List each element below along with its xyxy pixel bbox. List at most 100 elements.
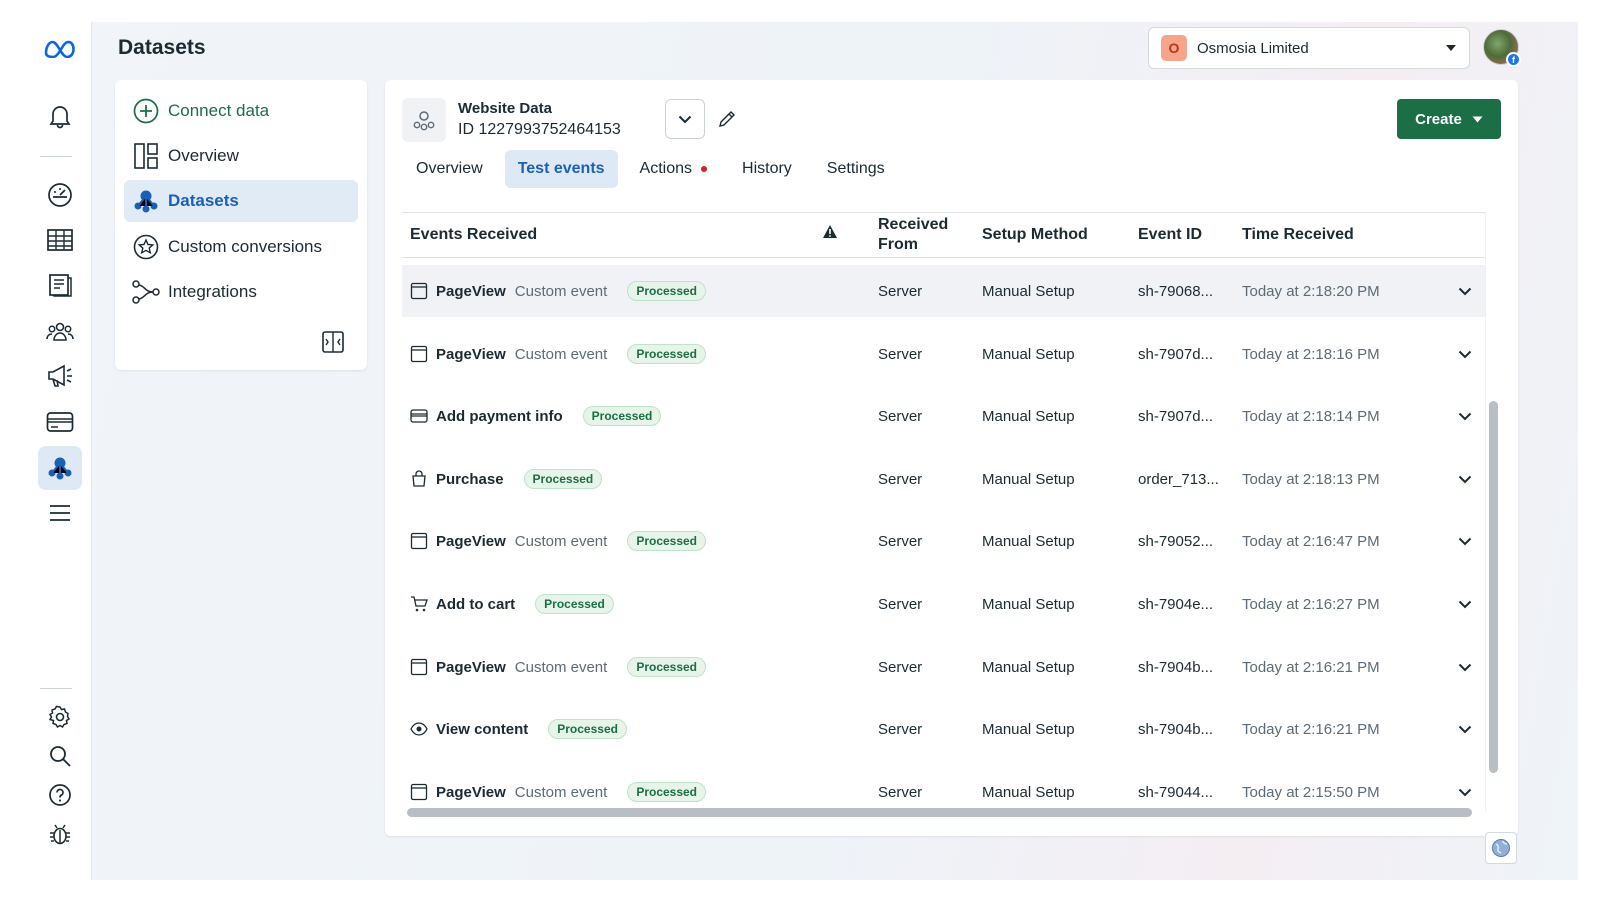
sidebar-item-integrations[interactable]: Integrations <box>124 271 358 313</box>
menu-icon[interactable] <box>38 491 82 535</box>
table-icon[interactable] <box>38 218 82 262</box>
create-button[interactable]: Create <box>1397 99 1501 139</box>
sidebar-item-overview[interactable]: Overview <box>124 135 358 177</box>
received-from-cell: Server <box>878 595 923 613</box>
avatar[interactable]: f <box>1483 29 1521 67</box>
tab-settings[interactable]: Settings <box>814 150 898 188</box>
bug-icon[interactable] <box>38 812 82 856</box>
column-header-setup-method[interactable]: Setup Method <box>982 225 1088 245</box>
event-id-cell: sh-7904b... <box>1138 658 1214 676</box>
expand-row-chevron-icon[interactable] <box>1458 703 1472 755</box>
tab-actions[interactable]: Actions <box>627 150 720 188</box>
tab-test-events[interactable]: Test events <box>504 150 618 188</box>
setup-method-cell: Manual Setup <box>982 345 1075 363</box>
globe-icon[interactable] <box>1485 832 1517 864</box>
ads-icon[interactable] <box>38 354 82 398</box>
rail-divider <box>40 156 72 157</box>
status-badge: Processed <box>627 657 707 677</box>
received-from-cell: Server <box>878 407 923 425</box>
event-name: Purchase <box>436 470 504 488</box>
column-header-event-id[interactable]: Event ID <box>1138 225 1202 245</box>
tab-label: Test events <box>517 160 605 177</box>
expand-row-chevron-icon[interactable] <box>1458 328 1472 380</box>
pages-icon[interactable] <box>38 263 82 307</box>
expand-row-chevron-icon[interactable] <box>1458 766 1472 802</box>
account-name: Osmosia Limited <box>1197 39 1309 57</box>
edit-pencil-icon[interactable] <box>715 107 739 131</box>
table-row[interactable]: PageView Custom event Processed Server Manua… <box>402 641 1485 693</box>
help-icon[interactable] <box>38 773 82 817</box>
time-received-cell: Today at 2:18:13 PM <box>1242 470 1380 488</box>
column-header-events[interactable]: Events Received <box>410 225 537 245</box>
table-row[interactable]: PageView Custom event Processed Server Manua… <box>402 766 1485 802</box>
search-icon[interactable] <box>38 734 82 778</box>
received-from-cell: Server <box>878 282 923 300</box>
received-from-cell: Server <box>878 783 923 801</box>
time-received-cell: Today at 2:15:50 PM <box>1242 783 1380 801</box>
settings-icon[interactable] <box>38 695 82 739</box>
account-selector[interactable]: O Osmosia Limited <box>1148 27 1470 69</box>
notifications-icon[interactable] <box>38 94 82 138</box>
table-header: Events Received Received From Setup Meth… <box>402 213 1485 258</box>
meta-logo-icon[interactable] <box>38 26 82 70</box>
event-type: Custom event <box>514 282 608 300</box>
table-row[interactable]: Add payment info Processed Server Manual Se… <box>402 390 1485 442</box>
status-badge: Processed <box>627 344 707 364</box>
event-cell: Add to cart Processed <box>410 578 614 630</box>
setup-method-cell: Manual Setup <box>982 282 1075 300</box>
expand-row-chevron-icon[interactable] <box>1458 515 1472 567</box>
sidebar-item-datasets[interactable]: Datasets <box>124 180 358 222</box>
column-header-received-from[interactable]: Received From <box>878 215 948 255</box>
chevron-down-icon <box>678 115 692 123</box>
billing-icon[interactable] <box>38 400 82 444</box>
event-id-cell: sh-79044... <box>1138 783 1214 801</box>
table-row[interactable]: PageView Custom event Processed Server Manua… <box>402 515 1485 567</box>
horizontal-scrollbar[interactable] <box>407 808 1472 817</box>
setup-method-cell: Manual Setup <box>982 783 1075 801</box>
table-row[interactable]: Purchase Processed Server Manual Setup order… <box>402 453 1485 505</box>
facebook-badge-icon: f <box>1506 52 1521 67</box>
setup-method-cell: Manual Setup <box>982 595 1075 613</box>
setup-method-cell: Manual Setup <box>982 658 1075 676</box>
table-row[interactable]: Add to cart Processed Server Manual Setup sh… <box>402 578 1485 630</box>
event-id-cell: sh-7907d... <box>1138 407 1214 425</box>
event-id-cell: sh-79052... <box>1138 532 1214 550</box>
dashboard-icon[interactable] <box>38 173 82 217</box>
setup-method-cell: Manual Setup <box>982 720 1075 738</box>
time-received-cell: Today at 2:16:27 PM <box>1242 595 1380 613</box>
event-type: Custom event <box>514 532 608 550</box>
setup-method-cell: Manual Setup <box>982 407 1075 425</box>
table-row[interactable]: PageView Custom event Processed Server Manua… <box>402 265 1485 317</box>
table-row[interactable]: View content Processed Server Manual Setup s… <box>402 703 1485 755</box>
sidebar-item-connect-data[interactable]: Connect data <box>124 90 358 132</box>
expand-row-chevron-icon[interactable] <box>1458 453 1472 505</box>
event-name: View content <box>436 720 529 738</box>
tab-label: Actions <box>639 160 693 177</box>
column-header-line: From <box>878 236 918 253</box>
column-header-time-received[interactable]: Time Received <box>1242 225 1354 245</box>
sidebar-item-custom-conversions[interactable]: Custom conversions <box>124 226 358 268</box>
event-name: PageView <box>436 282 506 300</box>
events-manager-icon[interactable] <box>38 446 82 490</box>
dataset-icon <box>402 98 446 142</box>
time-received-cell: Today at 2:18:14 PM <box>1242 407 1380 425</box>
expand-row-chevron-icon[interactable] <box>1458 265 1472 317</box>
side-panel: Connect data Overview Datasets Custom co… <box>115 80 367 370</box>
dataset-dropdown-button[interactable] <box>665 99 705 139</box>
tab-history[interactable]: History <box>729 150 805 188</box>
vertical-scrollbar[interactable] <box>1489 401 1498 773</box>
expand-row-chevron-icon[interactable] <box>1458 578 1472 630</box>
nav-rail <box>22 22 92 880</box>
table-row[interactable]: PageView Custom event Processed Server Manua… <box>402 328 1485 380</box>
status-badge: Processed <box>523 469 603 489</box>
status-badge: Processed <box>627 281 707 301</box>
time-received-cell: Today at 2:16:47 PM <box>1242 532 1380 550</box>
status-badge: Processed <box>627 782 707 802</box>
collapse-sidebar-icon[interactable] <box>321 330 345 354</box>
time-received-cell: Today at 2:18:16 PM <box>1242 345 1380 363</box>
expand-row-chevron-icon[interactable] <box>1458 390 1472 442</box>
audiences-icon[interactable] <box>38 309 82 353</box>
tab-overview[interactable]: Overview <box>403 150 496 188</box>
event-name: PageView <box>436 658 506 676</box>
expand-row-chevron-icon[interactable] <box>1458 641 1472 693</box>
